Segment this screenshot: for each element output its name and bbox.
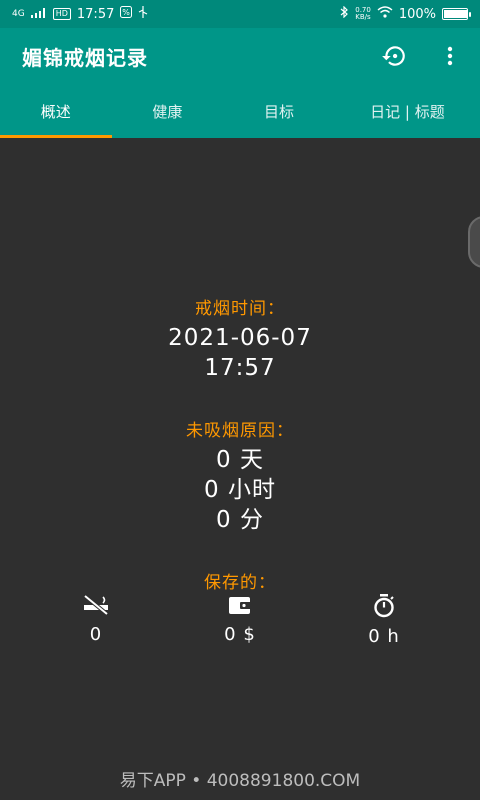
battery-level xyxy=(444,10,468,18)
tab-label: 健康 xyxy=(152,102,183,121)
app-bar: 媚锦戒烟记录 xyxy=(0,28,480,84)
status-right: 0.70 KB/s 100% xyxy=(340,5,471,22)
wallet-icon xyxy=(227,597,253,620)
history-icon[interactable] xyxy=(380,42,408,70)
quit-time: 17:57 xyxy=(204,355,276,381)
net-speed-unit: KB/s xyxy=(355,13,371,21)
tab-overview[interactable]: 概述 xyxy=(0,84,112,138)
not-smoked-label: 未吸烟原因： xyxy=(186,421,294,441)
status-bar: 4G HD 17:57 % 0.70 KB/s 100% xyxy=(0,0,480,28)
hd-badge: HD xyxy=(52,8,71,20)
not-smoked-section: 未吸烟原因： 0 天 0 小时 0 分 xyxy=(0,416,480,535)
battery-icon xyxy=(442,8,471,20)
battery-percent: 100% xyxy=(398,6,436,22)
usb-icon xyxy=(138,6,148,22)
saved-cigarettes-value: 0 xyxy=(89,624,103,645)
tab-label: 目标 xyxy=(264,102,295,121)
clock: 17:57 xyxy=(76,6,115,22)
tab-health[interactable]: 健康 xyxy=(112,84,224,138)
stopwatch-icon xyxy=(371,594,397,622)
saved-time-value: 0 h xyxy=(368,626,400,647)
saved-money-value: 0 $ xyxy=(224,624,256,645)
no-smoking-icon xyxy=(82,594,110,620)
overview-content: 戒烟时间： 2021-06-07 17:57 未吸烟原因： 0 天 0 小时 0… xyxy=(0,138,480,800)
notification-icon: % xyxy=(120,6,133,22)
tab-goals[interactable]: 目标 xyxy=(223,84,335,138)
quit-time-label: 戒烟时间： xyxy=(195,299,285,319)
tab-bar: 概述 健康 目标 日记 | 标题 xyxy=(0,84,480,138)
saved-time: 0 h xyxy=(354,594,414,647)
not-smoked-days: 0 天 xyxy=(216,447,264,473)
drawer-handle[interactable] xyxy=(468,216,480,268)
watermark: 易下APP • 4008891800.COM xyxy=(119,771,361,791)
saved-section: 保存的： xyxy=(0,568,480,593)
saved-money: 0 $ xyxy=(210,594,270,645)
app-title: 媚锦戒烟记录 xyxy=(22,45,148,70)
tab-diary[interactable]: 日记 | 标题 xyxy=(335,84,480,138)
wifi-icon xyxy=(377,6,393,22)
quit-date: 2021-06-07 xyxy=(168,325,312,351)
network-indicator: 4G xyxy=(12,9,25,19)
more-vert-icon[interactable] xyxy=(436,42,464,70)
not-smoked-hours: 0 小时 xyxy=(204,477,276,503)
saved-label: 保存的： xyxy=(204,573,276,593)
not-smoked-minutes: 0 分 xyxy=(216,507,264,533)
status-left: 4G HD 17:57 % xyxy=(12,6,148,22)
signal-icon xyxy=(30,7,47,22)
bluetooth-icon xyxy=(340,5,349,22)
tab-label: 日记 | 标题 xyxy=(370,102,445,121)
app-actions xyxy=(380,42,464,70)
svg-text:%: % xyxy=(123,8,131,17)
tab-label: 概述 xyxy=(40,102,71,121)
net-speed: 0.70 KB/s xyxy=(355,7,371,21)
saved-stats: 0 0 $ 0 h xyxy=(0,594,480,654)
quit-time-section: 戒烟时间： 2021-06-07 17:57 xyxy=(0,294,480,383)
saved-cigarettes: 0 xyxy=(66,594,126,645)
